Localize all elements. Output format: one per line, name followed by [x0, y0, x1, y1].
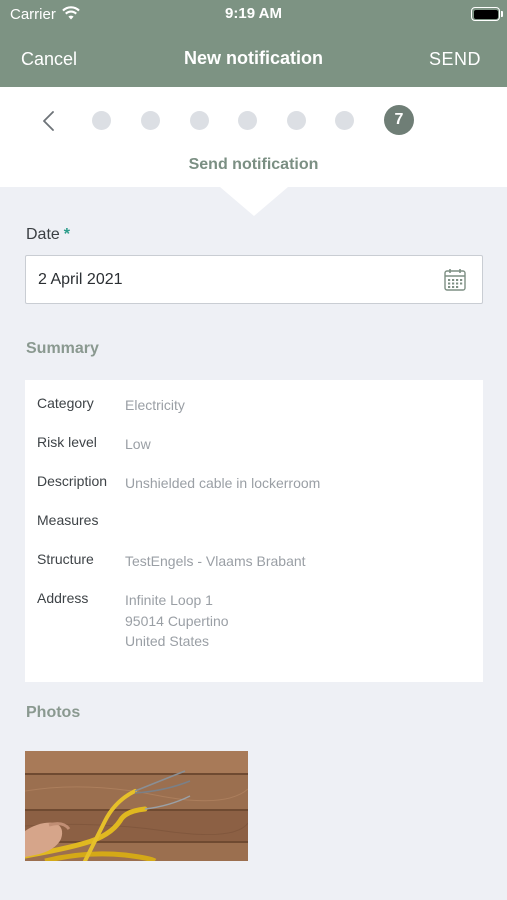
calendar-icon[interactable] — [444, 268, 466, 291]
chevron-left-icon[interactable] — [40, 109, 58, 133]
step-dot[interactable] — [238, 111, 257, 130]
summary-card: Category Electricity Risk level Low Desc… — [25, 380, 483, 682]
current-step-indicator: 7 — [384, 105, 414, 135]
clock: 9:19 AM — [225, 5, 282, 22]
required-marker: * — [63, 226, 71, 243]
photos-heading: Photos — [26, 704, 81, 721]
date-field[interactable]: 2 April 2021 — [25, 255, 483, 304]
photo-thumbnail[interactable] — [25, 751, 248, 861]
step-dot[interactable] — [287, 111, 306, 130]
date-field-label: Date * — [26, 226, 71, 243]
header-bar: Carrier 9:19 AM Cancel New notification … — [0, 0, 507, 87]
step-pointer — [220, 187, 288, 216]
date-value: 2 April 2021 — [38, 271, 123, 288]
step-dot[interactable] — [190, 111, 209, 130]
summary-heading: Summary — [26, 340, 99, 357]
send-button[interactable]: SEND — [429, 49, 481, 70]
step-dot[interactable] — [335, 111, 354, 130]
step-dot[interactable] — [92, 111, 111, 130]
status-bar: Carrier 9:19 AM — [0, 0, 507, 28]
battery-icon — [471, 7, 500, 21]
step-dot[interactable] — [141, 111, 160, 130]
step-title: Send notification — [188, 156, 319, 173]
step-indicator: 7 Send notification — [0, 87, 507, 187]
